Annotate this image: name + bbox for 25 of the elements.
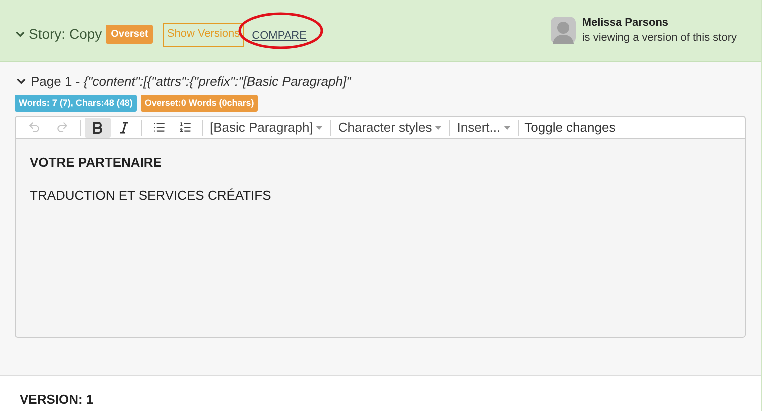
numbered-list-icon: [178, 121, 192, 134]
count-badge: Overset:0 Words (0chars): [140, 94, 258, 112]
overset-badge: Overset: [106, 25, 154, 44]
italic-icon: [119, 122, 129, 134]
bullet-list-icon: [152, 121, 166, 134]
avatar-icon: [551, 17, 576, 44]
toolbar-dropdown[interactable]: [Basic Paragraph]: [207, 118, 326, 138]
toggle-changes-button[interactable]: Toggle changes: [522, 118, 618, 138]
page-title: Page 1 - {"content":[{"attrs":{"prefix":"[Basic Paragraph]": [31, 73, 352, 91]
editor-paragraph: VOTRE PARTENAIRE: [30, 154, 163, 172]
viewer-status: is viewing a version of this story: [582, 30, 737, 46]
caret-icon: [504, 126, 511, 130]
viewer-name: Melissa Parsons: [582, 16, 670, 30]
version-label: VERSION: 1: [20, 392, 94, 407]
story-toggle[interactable]: Story: Copy: [14, 24, 102, 45]
bold-icon: [93, 122, 103, 134]
caret-icon: [316, 126, 324, 130]
toolbar-dropdown[interactable]: Insert...: [454, 118, 514, 138]
count-badge: Words: 7 (7), Chars:48 (48): [15, 94, 137, 112]
undo-icon: [28, 121, 40, 134]
editor-paragraph: TRADUCTION ET SERVICES CRÉATIFS: [30, 186, 272, 204]
caret-icon: [435, 126, 442, 130]
toolbar-dropdown[interactable]: Character styles: [335, 118, 446, 138]
bold-button[interactable]: [85, 118, 111, 138]
redo-icon: [56, 121, 68, 134]
